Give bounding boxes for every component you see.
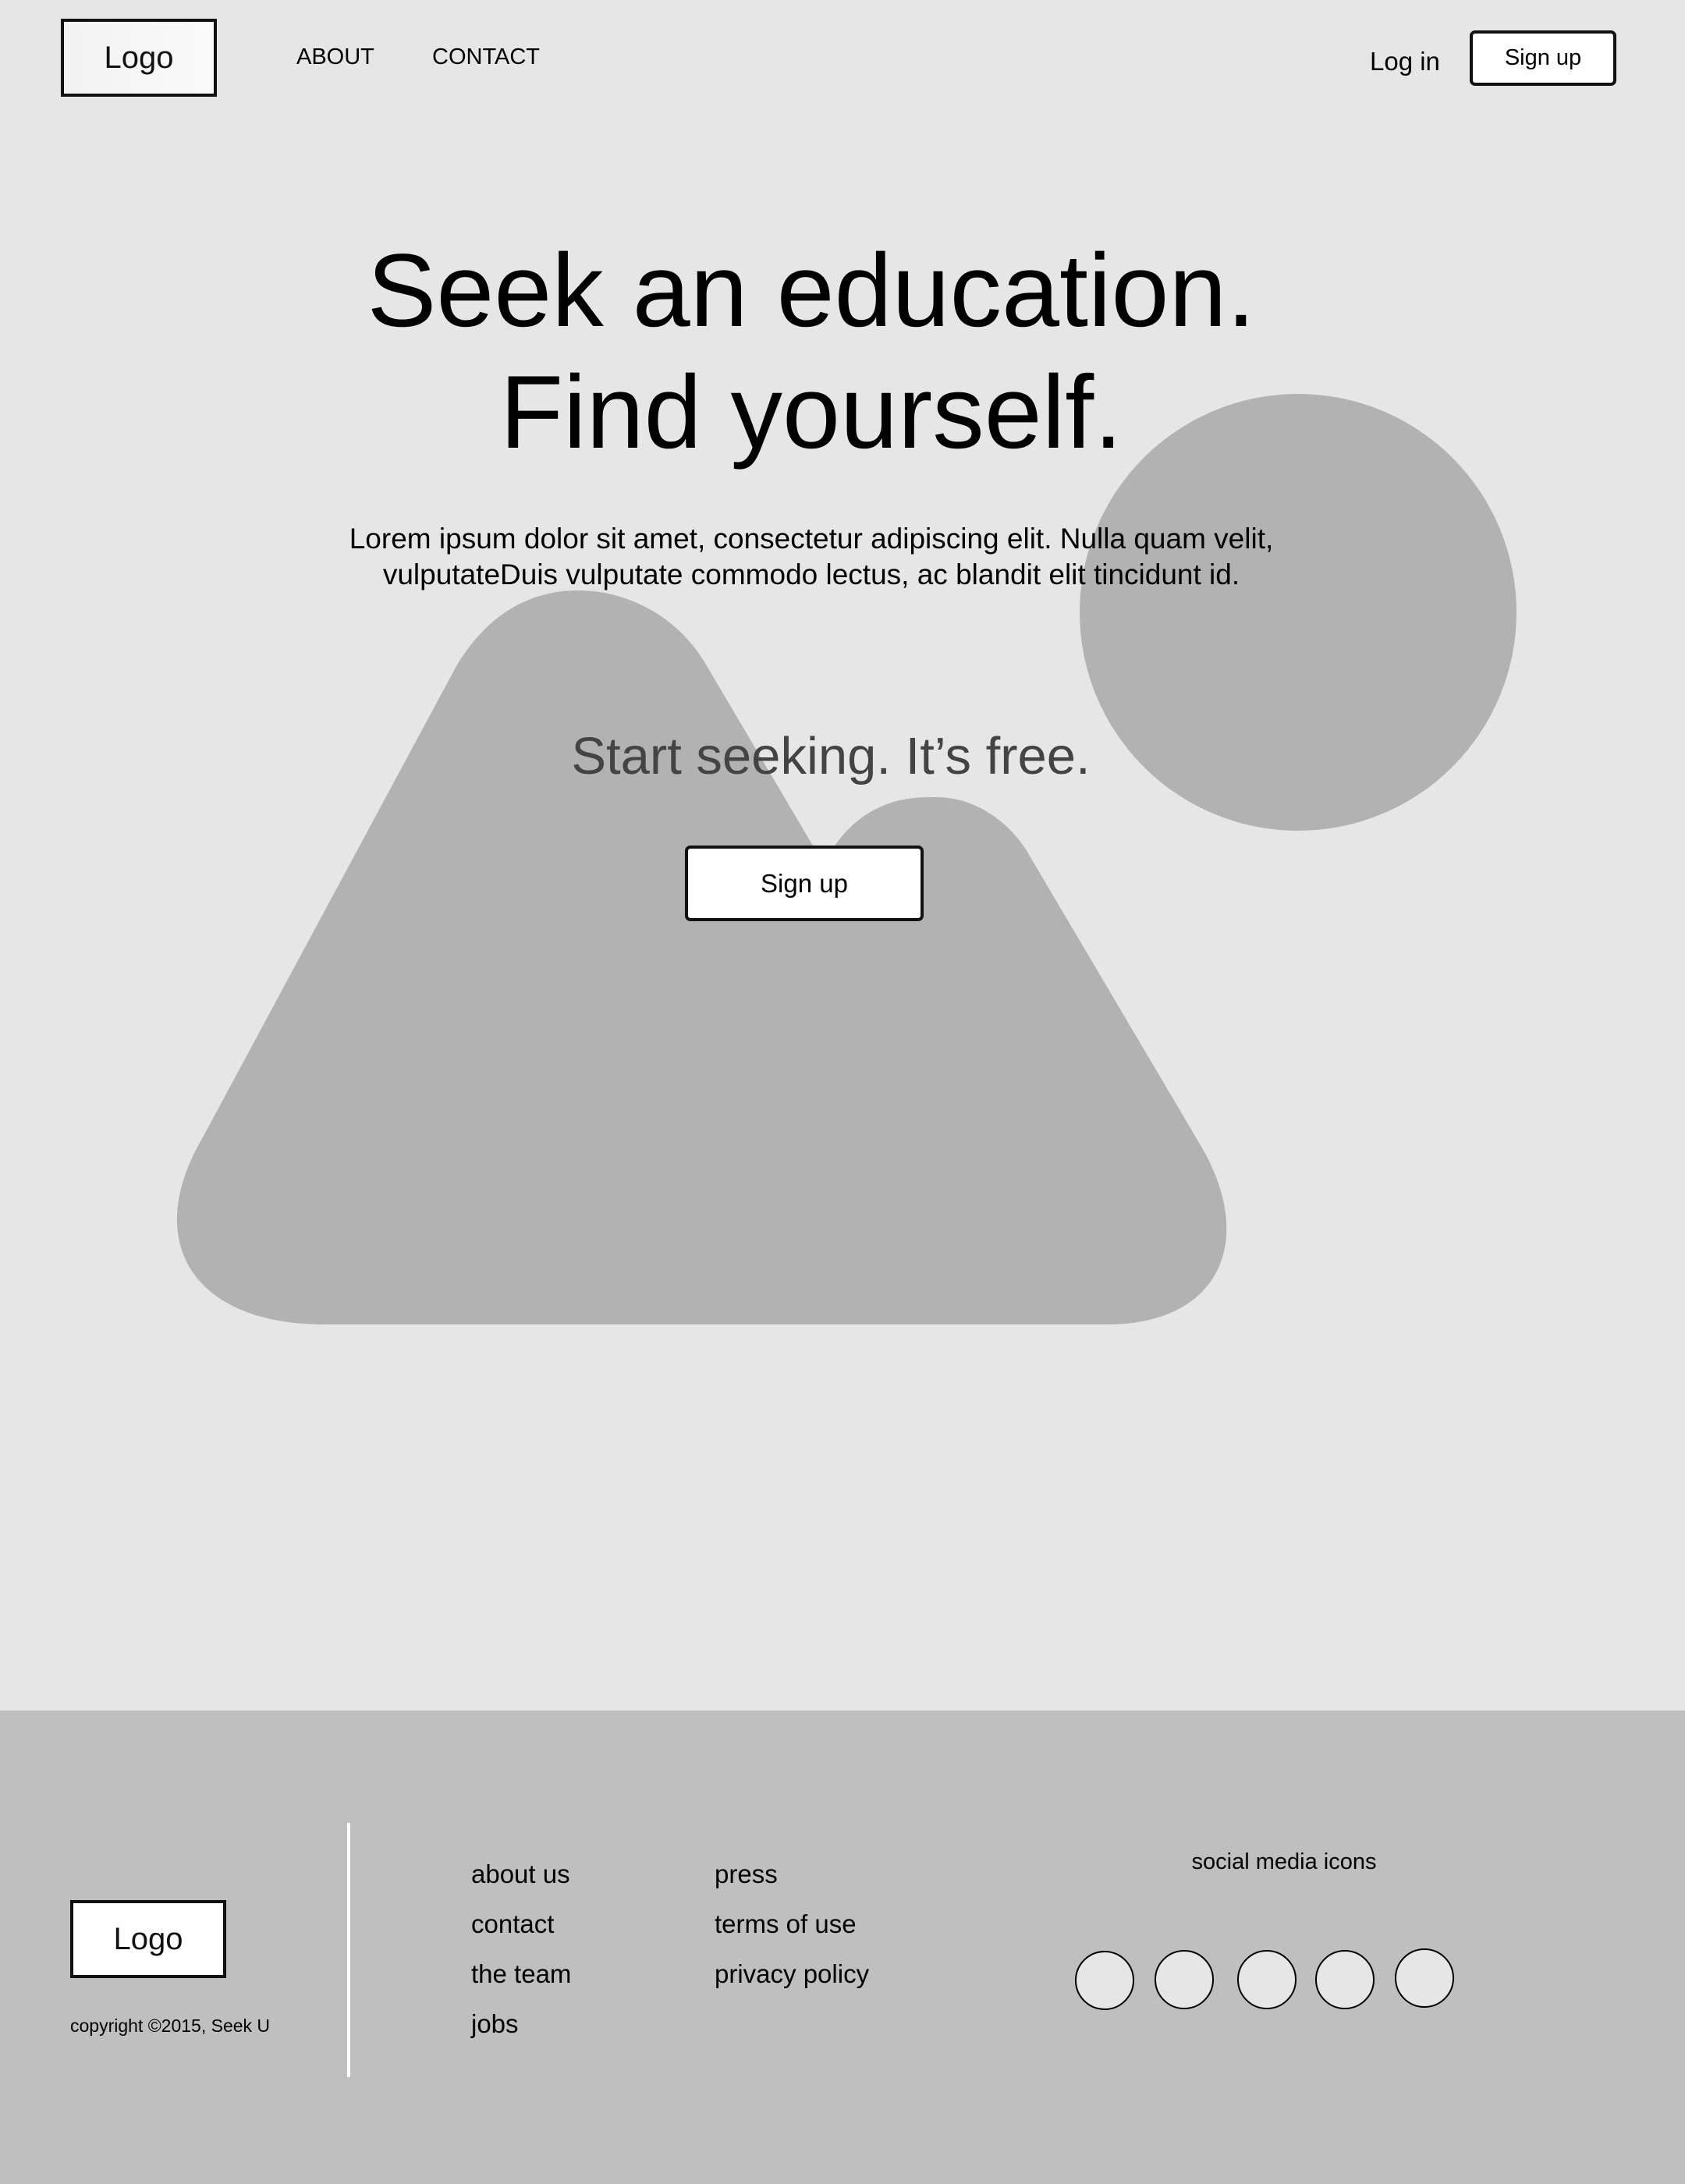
nav-contact-link[interactable]: CONTACT — [432, 44, 540, 70]
social-icon-2[interactable] — [1155, 1950, 1214, 2009]
social-icon-5[interactable] — [1395, 1948, 1454, 2008]
nav-about-link[interactable]: ABOUT — [296, 44, 374, 70]
social-media-label: social media icons — [1191, 1849, 1377, 1874]
large-mountain-shape — [176, 590, 951, 1324]
footer-link-jobs[interactable]: jobs — [471, 2008, 571, 2058]
footer-link-press[interactable]: press — [715, 1859, 869, 1909]
copyright-text: copyright ©2015, Seek U — [70, 2016, 271, 2036]
landing-page: Logo ABOUT CONTACT Log in Sign up Seek a… — [0, 0, 1685, 2184]
social-icon-3[interactable] — [1237, 1950, 1297, 2009]
hero-headline-line-2: Find yourself. — [499, 355, 1123, 470]
footer-link-terms-of-use[interactable]: terms of use — [715, 1909, 869, 1959]
header-logo[interactable]: Logo — [61, 19, 217, 97]
footer-link-privacy-policy[interactable]: privacy policy — [715, 1959, 869, 2008]
footer: Logo copyright ©2015, Seek U about us co… — [0, 1711, 1685, 2184]
header-signup-button[interactable]: Sign up — [1470, 30, 1616, 86]
footer-links-column-2: press terms of use privacy policy — [715, 1859, 869, 2008]
cta-heading: Start seeking. It’s free. — [571, 727, 1091, 785]
footer-link-about-us[interactable]: about us — [471, 1859, 571, 1909]
footer-links-column-1: about us contact the team jobs — [471, 1859, 571, 2058]
footer-divider — [347, 1823, 350, 2077]
footer-link-the-team[interactable]: the team — [471, 1959, 571, 2008]
login-link[interactable]: Log in — [1370, 47, 1440, 76]
hero-body-text: Lorem ipsum dolor sit amet, consectetur … — [343, 521, 1279, 593]
hero-body-line-1: Lorem ipsum dolor sit amet, consectetur … — [349, 523, 1274, 555]
hero-body-line-2: vulputateDuis vulputate commodo lectus, … — [382, 558, 1240, 590]
hero-headline-line-1: Seek an education. — [367, 233, 1256, 349]
hero-signup-button[interactable]: Sign up — [685, 846, 924, 921]
social-icon-1[interactable] — [1075, 1951, 1134, 2010]
footer-logo[interactable]: Logo — [70, 1900, 226, 1978]
footer-link-contact[interactable]: contact — [471, 1909, 571, 1959]
social-icon-4[interactable] — [1315, 1950, 1375, 2009]
